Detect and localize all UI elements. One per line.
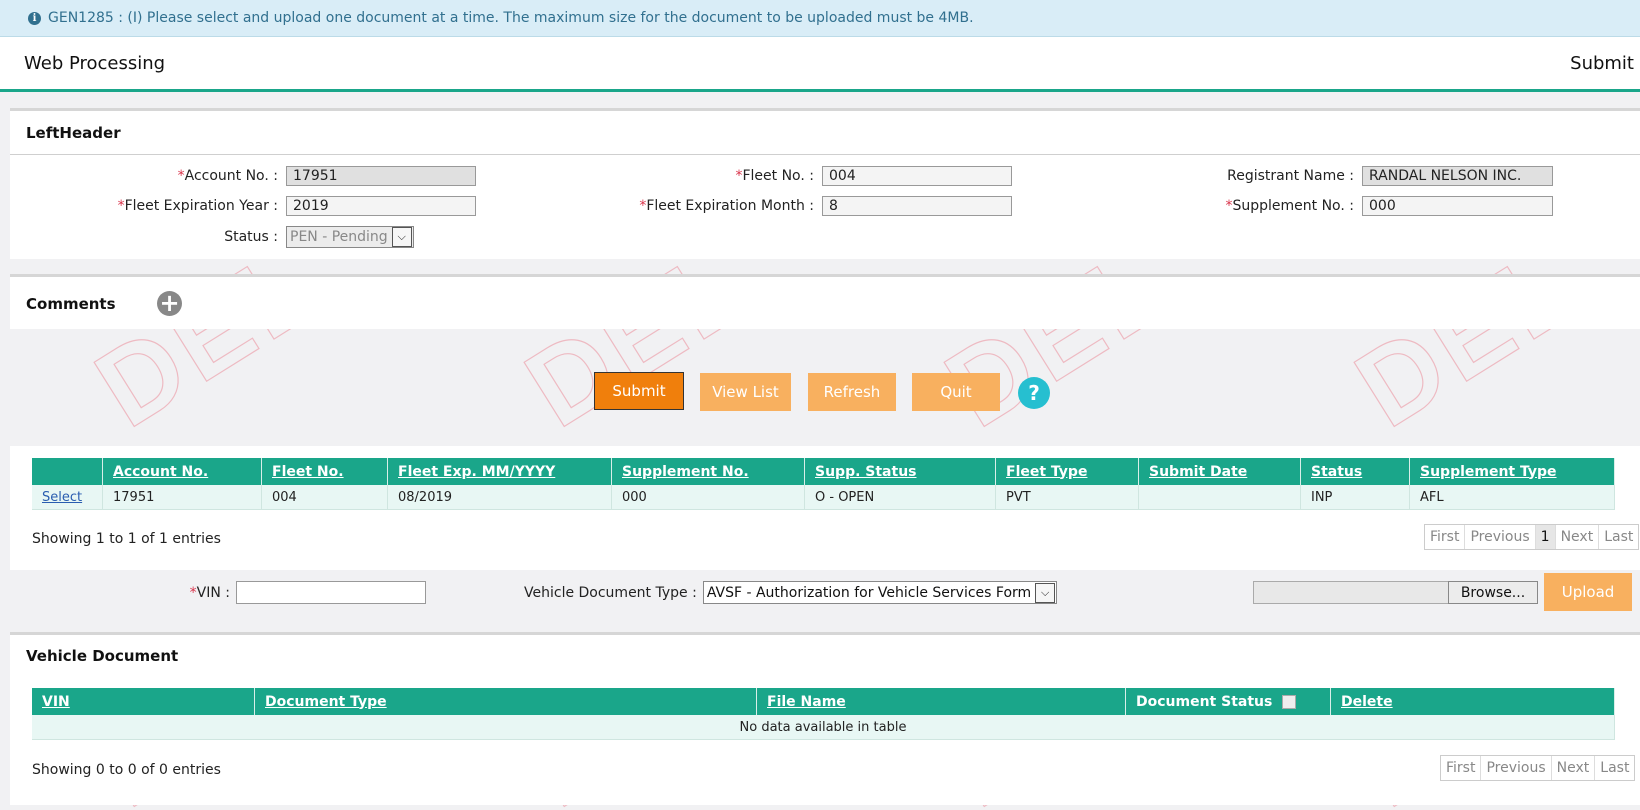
vehicle-document-pager: First Previous Next Last	[1440, 755, 1636, 781]
comments-panel: Comments +	[10, 274, 1640, 329]
registrant-name-field[interactable]: RANDAL NELSON INC.	[1362, 166, 1553, 186]
fleet-exp-year-field[interactable]: 2019	[286, 196, 476, 216]
fleet-exp-month-field[interactable]: 8	[822, 196, 1012, 216]
column-header-select	[32, 458, 103, 485]
page-header: Web Processing Submit	[0, 37, 1640, 92]
fleet-exp-month-row: *Fleet Expiration Month : 8	[530, 196, 1030, 216]
column-header-fleet-no[interactable]: Fleet No.	[261, 458, 388, 485]
header-submit-link[interactable]: Submit	[1570, 53, 1634, 74]
add-comment-icon[interactable]: +	[157, 291, 182, 316]
vin-label: *VIN :	[189, 584, 230, 601]
table-row: No data available in table	[32, 715, 1615, 740]
registrant-name-label: Registrant Name :	[1227, 168, 1354, 184]
doc-type-select[interactable]: AVSF - Authorization for Vehicle Service…	[702, 581, 1058, 604]
vehicle-document-table: VIN Document Type File Name Document Sta…	[32, 688, 1615, 740]
chevron-down-icon: ⌵	[1035, 582, 1056, 603]
alert-message: GEN1285 : (I) Please select and upload o…	[48, 10, 974, 26]
comments-heading: Comments	[26, 295, 116, 313]
pager-next[interactable]: Next	[1552, 756, 1596, 780]
submit-button[interactable]: Submit	[594, 372, 684, 410]
supplement-table-info: Showing 1 to 1 of 1 entries	[32, 531, 221, 547]
fleet-exp-month-label: *Fleet Expiration Month :	[639, 198, 814, 214]
quit-button[interactable]: Quit	[912, 373, 1000, 411]
table-cell	[1138, 485, 1301, 510]
status-select[interactable]: PEN - Pending ⌵	[286, 226, 414, 248]
select-link[interactable]: Select	[42, 490, 82, 505]
pager-last[interactable]: Last	[1599, 525, 1638, 549]
chevron-down-icon: ⌵	[391, 227, 412, 247]
fleet-no-field[interactable]: 004	[822, 166, 1012, 186]
vin-row: *VIN :	[0, 581, 426, 604]
pager-page-1[interactable]: 1	[1535, 525, 1556, 549]
column-header-delete[interactable]: Delete	[1330, 688, 1615, 715]
refresh-button[interactable]: Refresh	[808, 373, 896, 411]
status-label: Status :	[224, 229, 278, 245]
pager-first[interactable]: First	[1425, 525, 1466, 549]
fleet-no-label: *Fleet No. :	[735, 168, 814, 184]
table-header-row: VIN Document Type File Name Document Sta…	[32, 688, 1615, 715]
pager-previous[interactable]: Previous	[1481, 756, 1552, 780]
select-link-cell[interactable]: Select	[32, 485, 103, 510]
table-header-row: Account No. Fleet No. Fleet Exp. MM/YYYY…	[32, 458, 1615, 485]
document-status-checkbox[interactable]	[1282, 694, 1297, 709]
empty-table-message: No data available in table	[32, 715, 1615, 740]
doc-type-label: Vehicle Document Type :	[524, 584, 697, 601]
account-no-field[interactable]: 17951	[286, 166, 476, 186]
column-header-vin[interactable]: VIN	[32, 688, 255, 715]
supplement-no-row: *Supplement No. : 000	[1070, 196, 1590, 216]
column-header-fleet-exp[interactable]: Fleet Exp. MM/YYYY	[387, 458, 612, 485]
upload-button[interactable]: Upload	[1544, 573, 1632, 611]
left-header-panel: LeftHeader *Account No. : 17951 *Fleet N…	[10, 108, 1640, 259]
table-cell: O - OPEN	[804, 485, 996, 510]
table-cell: AFL	[1409, 485, 1615, 510]
pager-previous[interactable]: Previous	[1465, 525, 1536, 549]
table-cell: 000	[611, 485, 805, 510]
fleet-exp-year-label: *Fleet Expiration Year :	[117, 198, 278, 214]
pager-next[interactable]: Next	[1556, 525, 1600, 549]
status-row: Status : PEN - Pending ⌵	[10, 226, 476, 248]
column-header-document-type[interactable]: Document Type	[254, 688, 757, 715]
account-no-label: *Account No. :	[177, 168, 278, 184]
supplement-pager: First Previous 1 Next Last	[1424, 524, 1640, 550]
browse-button[interactable]: Browse...	[1448, 581, 1538, 604]
supplement-table: Account No. Fleet No. Fleet Exp. MM/YYYY…	[32, 458, 1615, 510]
file-path-input[interactable]	[1253, 581, 1449, 604]
divider	[10, 154, 1640, 155]
column-header-status[interactable]: Status	[1300, 458, 1410, 485]
table-row: Select 17951 004 08/2019 000 O - OPEN PV…	[32, 485, 1615, 510]
pager-first[interactable]: First	[1441, 756, 1482, 780]
left-header-heading: LeftHeader	[26, 124, 121, 142]
fleet-exp-year-row: *Fleet Expiration Year : 2019	[10, 196, 476, 216]
vin-input[interactable]	[236, 581, 426, 604]
column-header-supplement-no[interactable]: Supplement No.	[611, 458, 805, 485]
doc-type-row: Vehicle Document Type : AVSF - Authoriza…	[524, 581, 1058, 604]
table-cell: 08/2019	[387, 485, 612, 510]
pager-last[interactable]: Last	[1595, 756, 1634, 780]
supplement-no-label: *Supplement No. :	[1225, 198, 1354, 214]
column-header-document-status: Document Status	[1125, 688, 1331, 715]
column-header-supp-status[interactable]: Supp. Status	[804, 458, 996, 485]
page-title: Web Processing	[24, 52, 166, 74]
column-header-submit-date[interactable]: Submit Date	[1138, 458, 1301, 485]
status-select-value: PEN - Pending	[290, 229, 388, 245]
column-header-fleet-type[interactable]: Fleet Type	[995, 458, 1139, 485]
registrant-name-row: Registrant Name : RANDAL NELSON INC.	[1070, 166, 1590, 186]
column-header-supplement-type[interactable]: Supplement Type	[1409, 458, 1615, 485]
table-cell: INP	[1300, 485, 1410, 510]
table-cell: 17951	[102, 485, 262, 510]
info-alert: i GEN1285 : (I) Please select and upload…	[0, 0, 1640, 37]
column-header-file-name[interactable]: File Name	[756, 688, 1126, 715]
info-icon: i	[28, 11, 41, 25]
help-icon[interactable]: ?	[1018, 377, 1050, 409]
table-cell: 004	[261, 485, 388, 510]
fleet-no-row: *Fleet No. : 004	[530, 166, 1030, 186]
table-cell: PVT	[995, 485, 1139, 510]
account-no-row: *Account No. : 17951	[10, 166, 476, 186]
supplement-no-field[interactable]: 000	[1362, 196, 1553, 216]
vehicle-document-info: Showing 0 to 0 of 0 entries	[32, 762, 221, 778]
column-header-account-no[interactable]: Account No.	[102, 458, 262, 485]
vehicle-document-heading: Vehicle Document	[26, 647, 179, 665]
doc-type-select-value: AVSF - Authorization for Vehicle Service…	[706, 584, 1032, 601]
view-list-button[interactable]: View List	[700, 373, 791, 411]
